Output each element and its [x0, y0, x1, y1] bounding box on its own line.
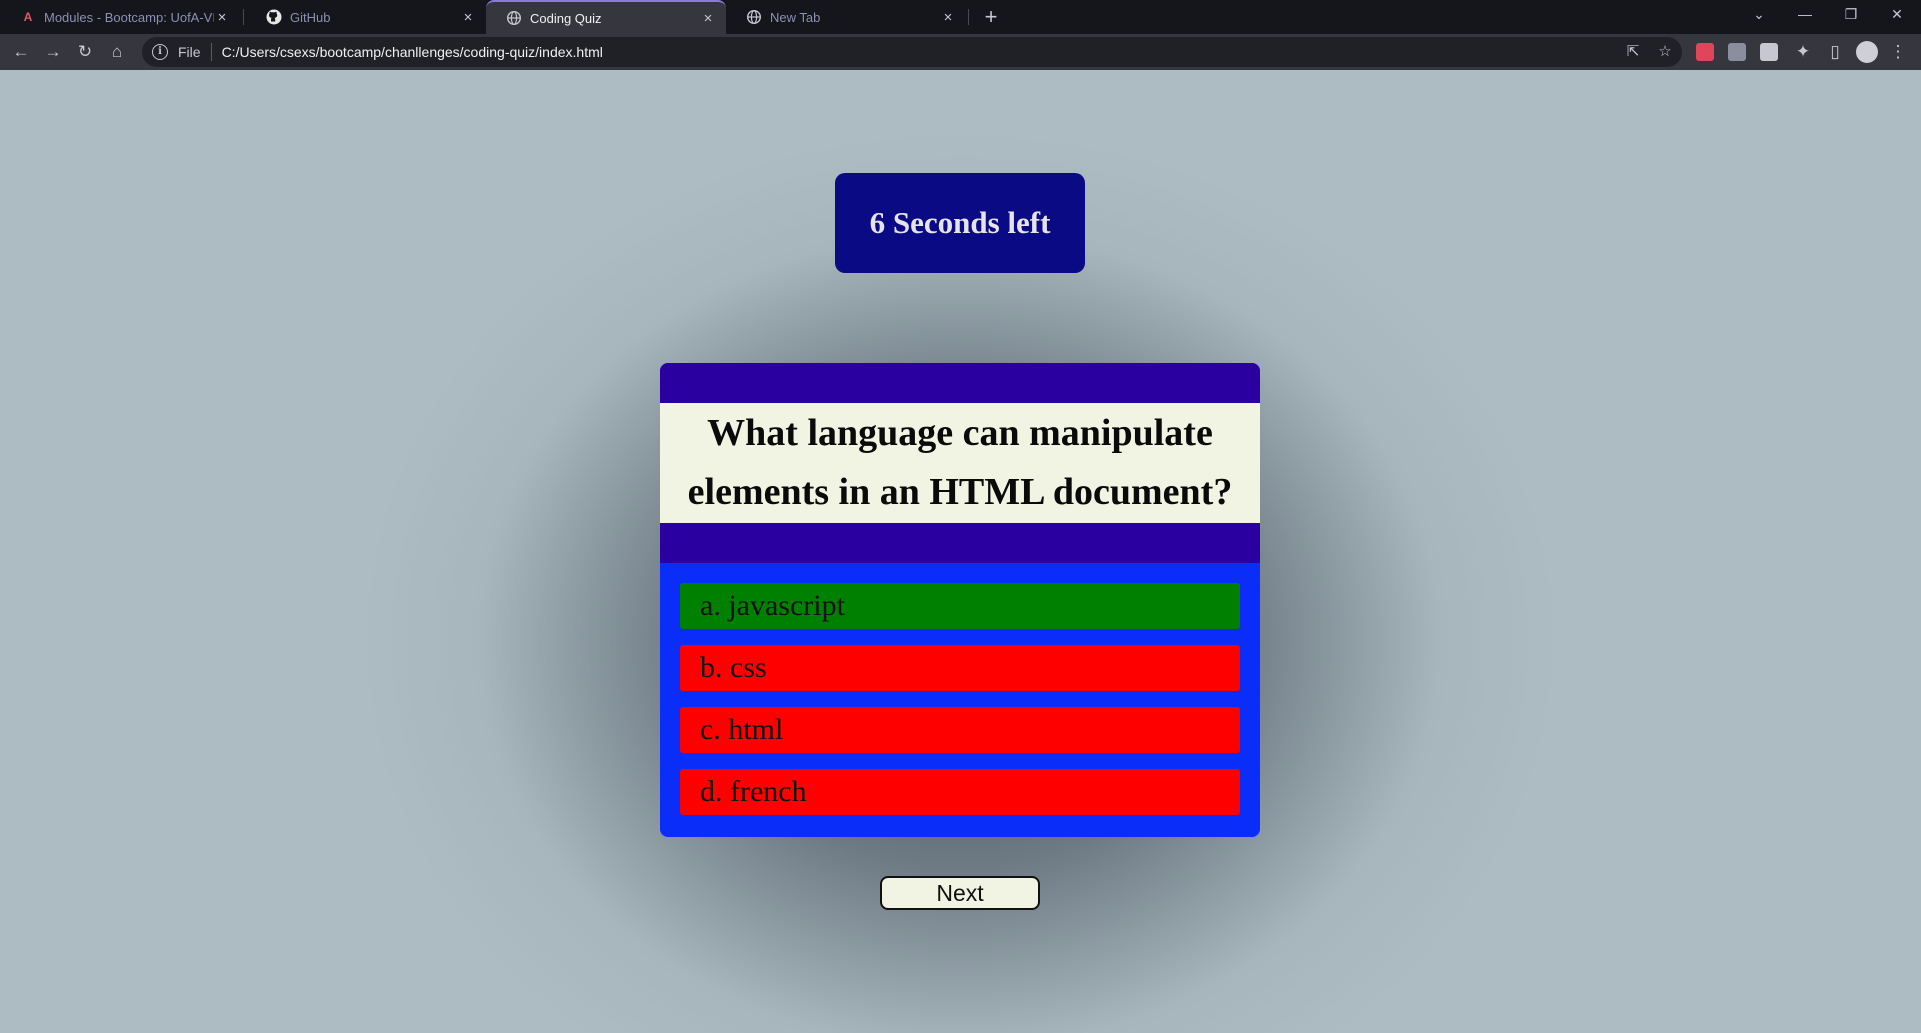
puzzle-extensions-icon[interactable]: ✦ [1791, 40, 1815, 64]
bookmark-star-icon[interactable]: ☆ [1654, 41, 1676, 63]
forward-arrow-icon[interactable]: → [41, 40, 65, 64]
back-arrow-icon[interactable]: ← [9, 40, 33, 64]
university-icon: A [23, 10, 33, 24]
address-bar[interactable]: i File C:/Users/csexs/bootcamp/chanlleng… [142, 37, 1682, 67]
side-panel-icon[interactable]: ▯ [1823, 40, 1847, 64]
site-info-icon[interactable]: i [152, 44, 168, 60]
tab-coding-quiz[interactable]: Coding Quiz × [486, 0, 726, 34]
answer-option-c[interactable]: c. html [680, 707, 1240, 753]
page-viewport: 6 Seconds left What language can manipul… [0, 70, 1921, 1033]
tab-new-tab[interactable]: New Tab × [726, 0, 966, 34]
next-button[interactable]: Next [880, 876, 1040, 910]
tab-title: GitHub [290, 9, 331, 25]
tab-title: New Tab [770, 9, 821, 25]
tab-github[interactable]: GitHub × [246, 0, 486, 34]
extension-grey-icon[interactable] [1760, 43, 1778, 61]
tab-title: Modules - Bootcamp: UofA-VIRT [44, 9, 214, 25]
answer-option-b[interactable]: b. css [680, 645, 1240, 691]
card-middle-band [660, 523, 1260, 563]
close-tab-icon[interactable]: × [460, 9, 476, 26]
restore-icon[interactable]: ❐ [1828, 0, 1874, 30]
tab-search-chevron-icon[interactable]: ⌄ [1736, 0, 1782, 30]
tab-title: Coding Quiz [530, 10, 602, 26]
globe-icon [746, 9, 762, 25]
close-window-icon[interactable]: ✕ [1874, 0, 1920, 30]
reload-icon[interactable]: ↻ [73, 40, 97, 64]
share-icon[interactable]: ⇱ [1622, 41, 1644, 63]
url-text[interactable]: C:/Users/csexs/bootcamp/chanllenges/codi… [222, 44, 603, 60]
answer-option-a[interactable]: a. javascript [680, 583, 1240, 629]
new-tab-plus-icon[interactable]: + [978, 4, 1004, 30]
timer-box: 6 Seconds left [835, 173, 1085, 273]
question-line-1: What language can manipulate [707, 412, 1213, 454]
profile-avatar[interactable] [1856, 41, 1878, 63]
scheme-label: File [178, 44, 201, 60]
question-line-2: elements in an HTML document? [687, 471, 1233, 513]
extension-glasses-icon[interactable] [1728, 43, 1746, 61]
menu-kebab-icon[interactable]: ⋮ [1886, 40, 1910, 64]
answer-option-d[interactable]: d. french [680, 769, 1240, 815]
question-text: What language can manipulate elements in… [660, 403, 1260, 523]
extension-red-icon[interactable] [1696, 43, 1714, 61]
github-icon [266, 9, 282, 25]
browser-toolbar: ← → ↻ ⌂ i File C:/Users/csexs/bootcamp/c… [0, 34, 1921, 70]
minimize-icon[interactable]: — [1782, 0, 1828, 30]
close-tab-icon[interactable]: × [700, 10, 716, 27]
quiz-card: What language can manipulate elements in… [660, 363, 1260, 837]
globe-icon [506, 10, 522, 26]
tab-modules[interactable]: A Modules - Bootcamp: UofA-VIRT × [0, 0, 240, 34]
card-top-band [660, 363, 1260, 403]
answer-list: a. javascript b. css c. html d. french [660, 563, 1260, 815]
tab-strip: A Modules - Bootcamp: UofA-VIRT × GitHub… [0, 0, 1921, 34]
close-tab-icon[interactable]: × [940, 9, 956, 26]
home-icon[interactable]: ⌂ [105, 40, 129, 64]
close-tab-icon[interactable]: × [214, 9, 230, 26]
